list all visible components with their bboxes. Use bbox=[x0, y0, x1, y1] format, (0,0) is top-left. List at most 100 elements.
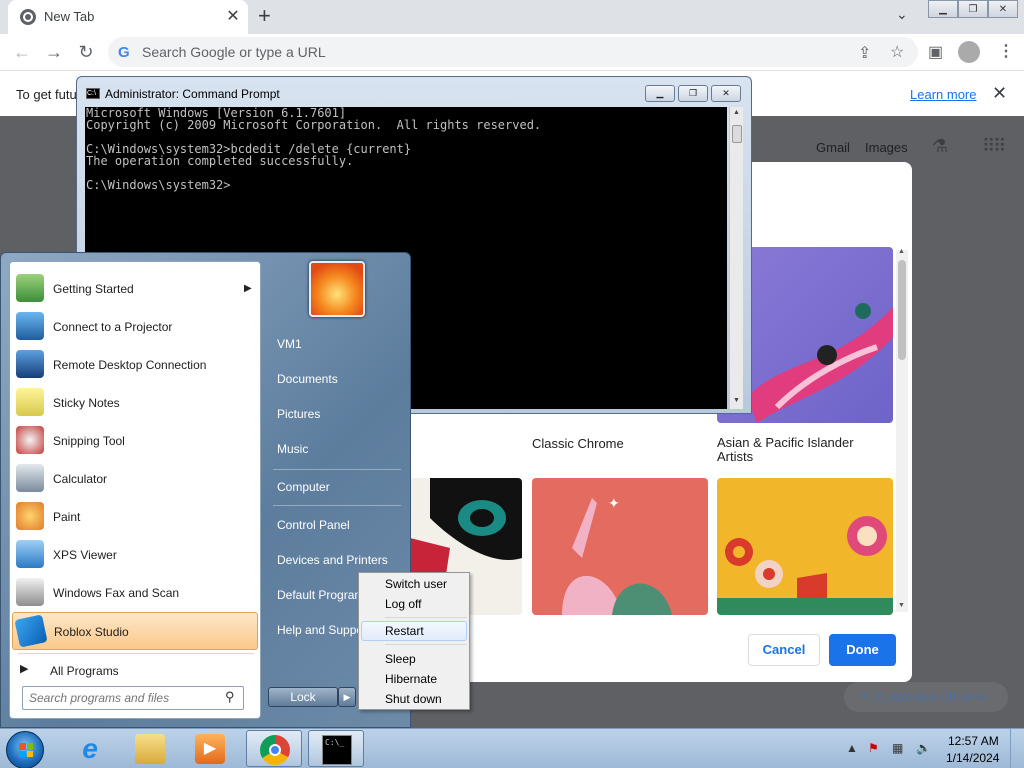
cmd-scrollbar[interactable]: ▲ ▼ bbox=[729, 107, 743, 409]
google-apps-icon[interactable]: ⠿⠿ bbox=[982, 136, 1006, 157]
minimize-icon[interactable]: ▁ bbox=[928, 0, 958, 18]
dialog-scrollbar-thumb[interactable] bbox=[898, 260, 906, 360]
learn-more-link[interactable]: Learn more bbox=[910, 87, 976, 102]
restore-icon[interactable]: ❐ bbox=[958, 0, 988, 18]
cmd-maximize-icon[interactable]: ❐ bbox=[678, 85, 708, 102]
cmd-window-icon: C:\ bbox=[86, 88, 100, 99]
cmd-scrollbar-thumb[interactable] bbox=[732, 125, 742, 143]
menu-item-switch-user[interactable]: Switch user bbox=[361, 574, 467, 594]
taskbar-command-prompt[interactable]: C:\_ bbox=[308, 730, 364, 767]
customize-chrome-button[interactable]: ✎ Customize Chrome bbox=[844, 682, 1008, 712]
taskbar-media-player[interactable]: ▶ bbox=[182, 730, 238, 767]
more-menu-icon[interactable]: ⋮ bbox=[998, 41, 1014, 61]
gmail-link[interactable]: Gmail bbox=[816, 140, 850, 155]
theme-thumb-yellow-flowers[interactable] bbox=[717, 478, 893, 615]
menu-item-sleep[interactable]: Sleep bbox=[361, 649, 467, 669]
start-search-input[interactable] bbox=[29, 690, 219, 706]
customize-chrome-label: Customize Chrome bbox=[874, 689, 986, 704]
xps-viewer-icon bbox=[16, 540, 44, 568]
right-item-label: VM1 bbox=[277, 337, 302, 351]
scroll-down-icon[interactable]: ▼ bbox=[898, 602, 905, 609]
side-panel-icon[interactable]: ▣ bbox=[928, 42, 943, 62]
program-roblox-studio[interactable]: Roblox Studio bbox=[12, 612, 258, 650]
theme-label-classic-chrome: Classic Chrome bbox=[532, 436, 624, 451]
start-right-pictures[interactable]: Pictures bbox=[265, 399, 405, 429]
action-center-flag-icon[interactable]: ⚑ bbox=[868, 741, 879, 755]
chrome-tab-bar: New Tab ✕ + ⌄ ▁ ❐ ✕ bbox=[0, 0, 1024, 34]
program-paint[interactable]: Paint bbox=[12, 498, 258, 536]
share-icon[interactable]: ⇪ bbox=[858, 43, 871, 63]
chrome-toolbar: ← → ↻ G Search Google or type a URL ⇪ ☆ … bbox=[0, 34, 1024, 70]
done-button[interactable]: Done bbox=[829, 634, 896, 666]
all-programs-button[interactable]: ▶ All Programs bbox=[20, 659, 256, 683]
start-button[interactable] bbox=[6, 731, 44, 768]
taskbar-internet-explorer[interactable]: e bbox=[62, 730, 118, 767]
omnibox[interactable]: G Search Google or type a URL ⇪ ☆ bbox=[108, 37, 918, 67]
menu-item-log-off[interactable]: Log off bbox=[361, 594, 467, 614]
program-fax-scan[interactable]: Windows Fax and Scan bbox=[12, 574, 258, 612]
profile-avatar-icon[interactable] bbox=[958, 41, 980, 63]
cmd-scroll-down-icon[interactable]: ▼ bbox=[733, 397, 740, 404]
volume-muted-icon[interactable]: 🔈 bbox=[916, 741, 931, 755]
labs-flask-icon[interactable]: ⚗ bbox=[932, 136, 948, 157]
user-picture-avatar[interactable] bbox=[309, 261, 365, 317]
taskbar: e ▶ C:\_ ▲ ⚑ ▦ 🔈 12:57 AM 1/14/2024 bbox=[0, 728, 1024, 768]
cmd-minimize-icon[interactable]: ▁ bbox=[645, 85, 675, 102]
program-connect-projector[interactable]: Connect to a Projector bbox=[12, 308, 258, 346]
scroll-up-icon[interactable]: ▲ bbox=[898, 248, 905, 255]
taskbar-chrome[interactable] bbox=[246, 730, 302, 767]
media-player-icon: ▶ bbox=[195, 734, 225, 764]
program-sticky-notes[interactable]: Sticky Notes bbox=[12, 384, 258, 422]
start-right-music[interactable]: Music bbox=[265, 434, 405, 464]
start-search-box[interactable]: ⚲ bbox=[22, 686, 244, 710]
start-right-vm1[interactable]: VM1 bbox=[265, 329, 405, 359]
search-icon: ⚲ bbox=[225, 689, 235, 704]
program-getting-started[interactable]: Getting Started ▶ bbox=[12, 270, 258, 308]
reload-icon[interactable]: ↻ bbox=[74, 40, 98, 64]
back-arrow-icon[interactable]: ← bbox=[10, 40, 34, 64]
dialog-scrollbar[interactable]: ▲ ▼ bbox=[896, 248, 908, 612]
clock-time[interactable]: 12:57 AM bbox=[948, 734, 999, 748]
clock-date[interactable]: 1/14/2024 bbox=[946, 751, 999, 765]
windows-logo-icon bbox=[19, 743, 33, 757]
power-options-arrow-icon[interactable]: ▶ bbox=[338, 687, 356, 707]
theme-thumb-coral[interactable]: ✦ bbox=[532, 478, 708, 615]
start-right-control-panel[interactable]: Control Panel bbox=[265, 510, 405, 540]
new-tab-plus-icon[interactable]: + bbox=[258, 3, 271, 29]
pencil-icon: ✎ bbox=[860, 689, 875, 704]
program-label: Snipping Tool bbox=[53, 434, 125, 448]
start-right-devices-printers[interactable]: Devices and Printers bbox=[265, 545, 405, 575]
show-desktop-button[interactable] bbox=[1010, 729, 1024, 768]
info-bar-close-icon[interactable]: ✕ bbox=[992, 83, 1007, 104]
program-calculator[interactable]: Calculator bbox=[12, 460, 258, 498]
tab-new-tab[interactable]: New Tab ✕ bbox=[8, 0, 248, 34]
cmd-close-icon[interactable]: ✕ bbox=[711, 85, 741, 102]
bookmark-star-icon[interactable]: ☆ bbox=[890, 42, 904, 62]
program-label: Paint bbox=[53, 510, 81, 524]
lock-button[interactable]: Lock bbox=[268, 687, 338, 707]
forward-arrow-icon[interactable]: → bbox=[42, 40, 66, 64]
start-right-computer[interactable]: Computer bbox=[265, 472, 405, 502]
program-xps-viewer[interactable]: XPS Viewer bbox=[12, 536, 258, 574]
images-link[interactable]: Images bbox=[865, 140, 908, 155]
start-right-documents[interactable]: Documents bbox=[265, 364, 405, 394]
menu-item-hibernate[interactable]: Hibernate bbox=[361, 669, 467, 689]
menu-item-shut-down[interactable]: Shut down bbox=[361, 689, 467, 709]
projector-icon bbox=[16, 312, 44, 340]
cancel-button[interactable]: Cancel bbox=[748, 634, 820, 666]
all-programs-arrow-icon: ▶ bbox=[20, 663, 29, 675]
close-icon[interactable]: ✕ bbox=[988, 0, 1018, 18]
tab-close-icon[interactable]: ✕ bbox=[224, 6, 242, 26]
command-prompt-icon: C:\_ bbox=[322, 735, 352, 765]
coral-artwork: ✦ bbox=[562, 495, 672, 615]
taskbar-windows-explorer[interactable] bbox=[122, 730, 178, 767]
program-snipping-tool[interactable]: Snipping Tool bbox=[12, 422, 258, 460]
cmd-scroll-up-icon[interactable]: ▲ bbox=[733, 109, 740, 116]
omnibox-placeholder[interactable]: Search Google or type a URL bbox=[142, 44, 326, 60]
tab-search-chevron-icon[interactable]: ⌄ bbox=[896, 6, 908, 23]
program-remote-desktop[interactable]: Remote Desktop Connection bbox=[12, 346, 258, 384]
menu-item-restart[interactable]: Restart bbox=[361, 621, 467, 641]
network-icon[interactable]: ▦ bbox=[892, 741, 903, 755]
program-label: Getting Started bbox=[53, 282, 134, 296]
show-hidden-icons-icon[interactable]: ▲ bbox=[846, 741, 858, 755]
